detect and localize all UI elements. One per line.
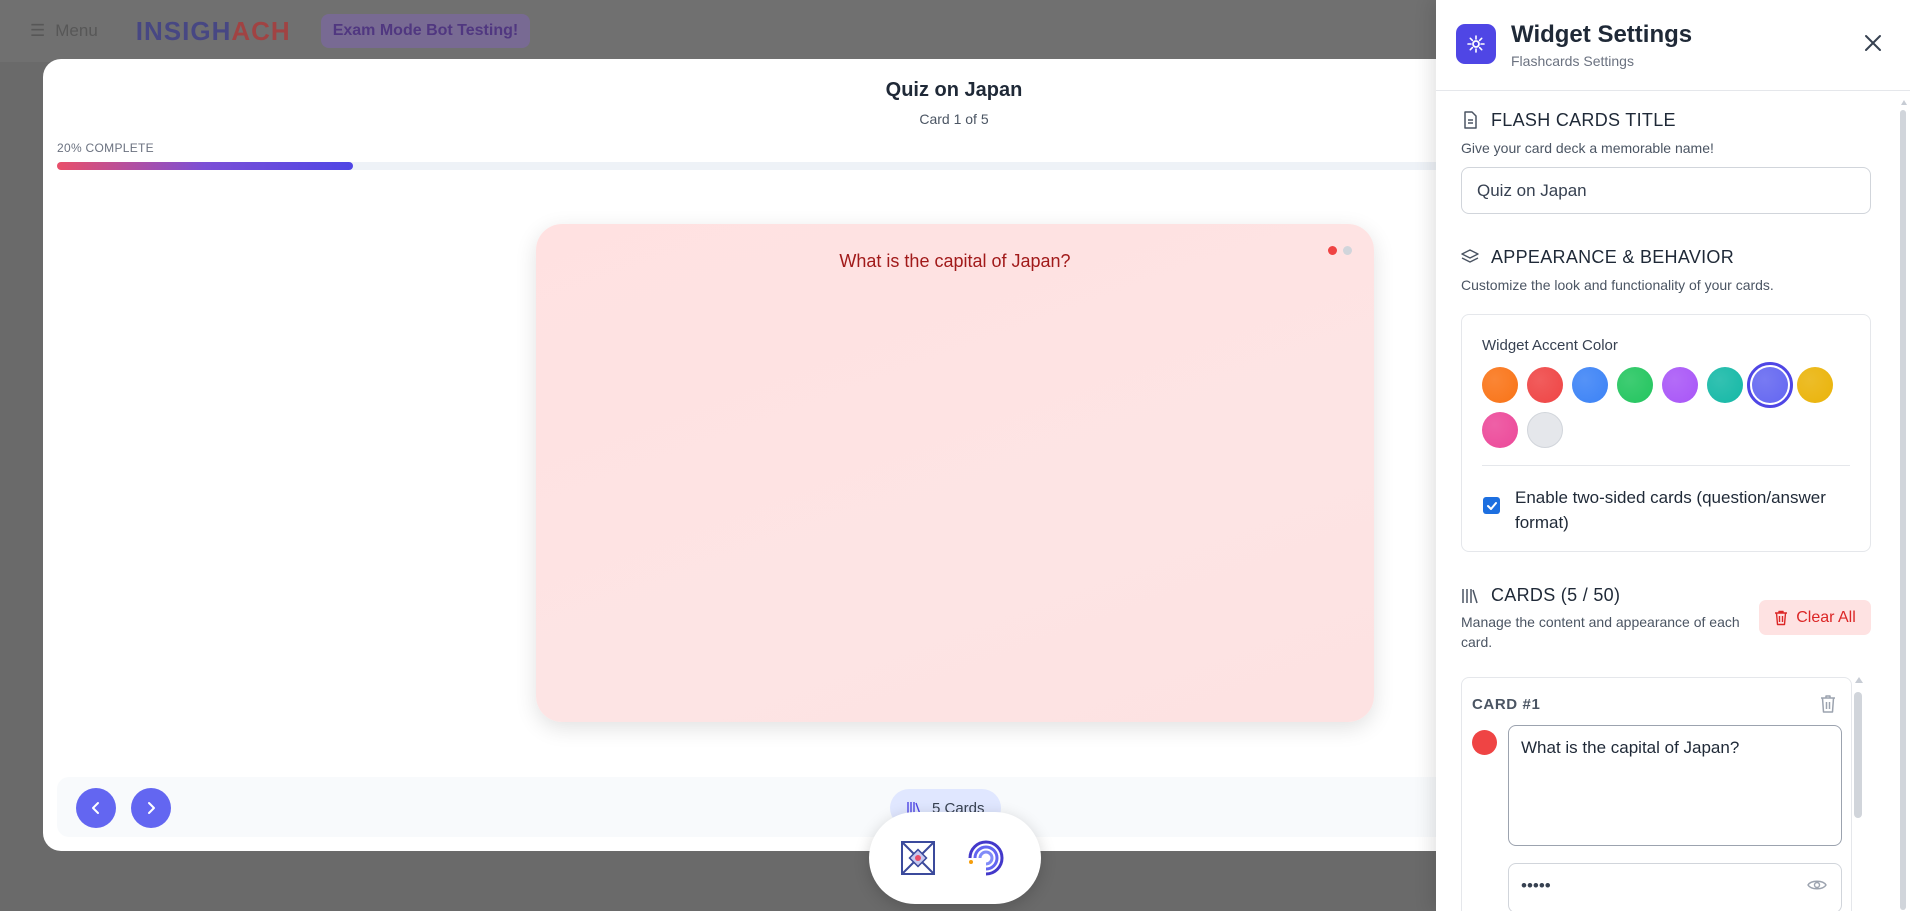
accent-swatch[interactable] [1797, 367, 1833, 403]
accent-swatch[interactable] [1617, 367, 1653, 403]
menu-label: Menu [55, 21, 98, 40]
layers-icon [1461, 249, 1479, 263]
progress-bar [57, 162, 1537, 170]
cards-description: Manage the content and appearance of eac… [1461, 614, 1740, 650]
swirl-logo-icon[interactable] [962, 834, 1010, 882]
accent-color-label: Widget Accent Color [1482, 337, 1618, 354]
panel-title: Widget Settings [1511, 21, 1693, 48]
inner-scroll-up-icon[interactable] [1854, 675, 1864, 685]
appearance-heading: APPEARANCE & BEHAVIOR [1491, 247, 1735, 267]
progress-label: 20% COMPLETE [57, 141, 154, 155]
accent-swatch[interactable] [1482, 412, 1518, 448]
delete-card-icon[interactable] [1819, 694, 1837, 714]
clear-all-label: Clear All [1796, 608, 1856, 626]
card-editor-1: CARD #1 What is the capital of Japan? ••… [1461, 677, 1852, 911]
trash-icon [1775, 610, 1788, 625]
app-logo: INSIGHACH [136, 16, 291, 47]
accent-swatch[interactable] [1707, 367, 1743, 403]
card-color-dot[interactable] [1472, 730, 1497, 755]
cards-heading: CARDS (5 / 50) [1491, 585, 1621, 605]
widget-settings-panel: Widget Settings Flashcards Settings FLAS… [1436, 0, 1910, 911]
card-counter: Card 1 of 5 [919, 111, 989, 127]
deck-title-input[interactable] [1461, 167, 1871, 214]
promo-badge: Exam Mode Bot Testing! [320, 14, 531, 48]
panel-subtitle: Flashcards Settings [1511, 53, 1634, 69]
flash-cards-title-description: Give your card deck a memorable name! [1461, 140, 1714, 156]
side-dot-active [1328, 246, 1337, 255]
panel-header: Widget Settings Flashcards Settings [1436, 0, 1910, 91]
settings-cog-icon [1467, 35, 1485, 53]
card-question-textarea[interactable]: What is the capital of Japan? [1508, 725, 1842, 846]
accent-swatch[interactable] [1662, 367, 1698, 403]
pattern-tile-icon[interactable] [900, 840, 936, 876]
widget-icon [1456, 24, 1496, 64]
appearance-description: Customize the look and functionality of … [1461, 277, 1774, 293]
quiz-modal: Quiz on Japan Card 1 of 5 20% COMPLETE W… [43, 59, 1543, 851]
hamburger-icon: ☰ [30, 21, 46, 40]
side-dot-inactive [1343, 246, 1352, 255]
quiz-title: Quiz on Japan [885, 79, 1023, 101]
scroll-up-icon[interactable] [1900, 98, 1908, 106]
chevron-right-icon [148, 802, 155, 814]
chevron-left-icon [92, 802, 99, 814]
logo-part-b: ACH [231, 15, 291, 46]
accent-swatch[interactable] [1572, 367, 1608, 403]
divider [1482, 465, 1850, 466]
quiz-footer: 5 Cards [57, 777, 1543, 837]
library-icon [1462, 589, 1478, 604]
card-answer-field[interactable]: ••••• [1508, 863, 1842, 911]
eye-icon[interactable] [1807, 878, 1827, 892]
card-number-label: CARD #1 [1472, 696, 1541, 713]
accent-swatch[interactable] [1747, 362, 1793, 408]
menu-button[interactable]: ☰ Menu [30, 21, 98, 41]
logo-part-a: INSIGH [135, 15, 232, 46]
accent-swatch[interactable] [1527, 367, 1563, 403]
prev-button[interactable] [76, 788, 116, 828]
appearance-card: Widget Accent Color Enable two-sided car… [1461, 314, 1871, 552]
close-icon[interactable] [1862, 32, 1884, 54]
two-sided-label: Enable two-sided cards (question/answer … [1515, 488, 1826, 532]
progress-fill [57, 162, 353, 170]
flashcard-question: What is the capital of Japan? [839, 251, 1071, 271]
accent-swatch[interactable] [1482, 367, 1518, 403]
flashcard[interactable]: What is the capital of Japan? [536, 224, 1374, 722]
clear-all-button[interactable]: Clear All [1759, 600, 1871, 635]
accent-swatch[interactable] [1527, 412, 1563, 448]
checkmark-icon [1486, 501, 1497, 510]
inner-scrollbar-thumb[interactable] [1854, 692, 1862, 818]
panel-scrollbar-thumb[interactable] [1900, 110, 1906, 910]
two-sided-checkbox[interactable] [1483, 497, 1500, 514]
bottom-dock [869, 812, 1041, 904]
next-button[interactable] [131, 788, 171, 828]
flash-cards-title-heading: FLASH CARDS TITLE [1491, 110, 1676, 130]
document-icon [1464, 111, 1477, 129]
card-side-indicator [1328, 246, 1352, 255]
